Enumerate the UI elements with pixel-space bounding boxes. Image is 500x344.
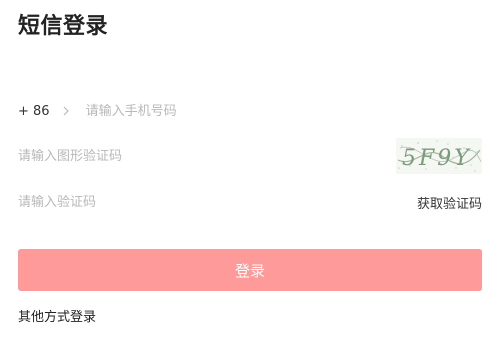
page-title: 短信登录 (18, 14, 109, 39)
image-code-input[interactable] (18, 144, 348, 168)
sms-code-input[interactable] (18, 190, 358, 214)
phone-row: + 86 (18, 98, 482, 124)
other-login-link[interactable]: 其他方式登录 (18, 309, 96, 327)
sms-code-row: 获取验证码 (18, 189, 482, 215)
chevron-right-icon[interactable] (62, 106, 70, 116)
get-code-button[interactable]: 获取验证码 (417, 193, 482, 212)
image-code-row: 5F9Y (18, 138, 482, 174)
captcha-text: 5F9Y (402, 146, 472, 171)
phone-input[interactable] (85, 99, 466, 123)
captcha-image[interactable]: 5F9Y (396, 138, 482, 174)
country-code-selector[interactable]: + 86 (18, 104, 50, 119)
login-button[interactable]: 登录 (18, 249, 482, 291)
